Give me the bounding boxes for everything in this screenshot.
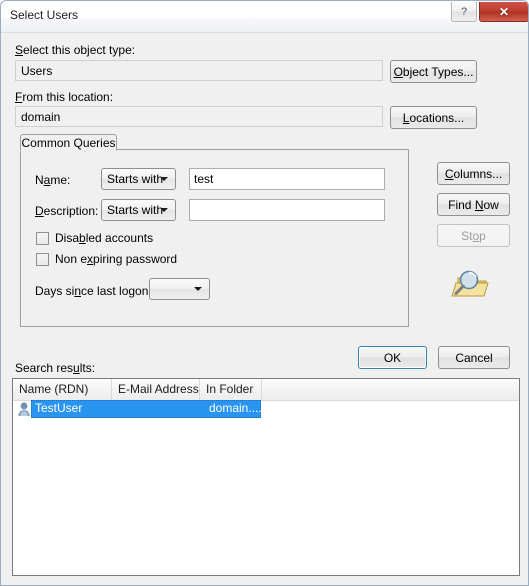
question-mark-icon: ? (460, 5, 468, 18)
chevron-down-icon (160, 177, 168, 181)
cell-name: TestUser (35, 401, 83, 415)
chevron-down-icon (194, 287, 202, 291)
object-types-button[interactable]: Object Types... (390, 60, 477, 83)
close-button[interactable]: ✕ (479, 2, 528, 22)
search-results-label: Search results: (15, 361, 96, 375)
locations-button[interactable]: Locations... (390, 106, 477, 129)
description-input[interactable] (189, 199, 385, 221)
columns-button[interactable]: Columns... (437, 162, 510, 185)
location-field[interactable]: domain (15, 106, 383, 127)
window-title: Select Users (10, 8, 79, 22)
cancel-button[interactable]: Cancel (438, 346, 510, 369)
non-expiring-password-label: Non expiring password (55, 252, 178, 266)
column-header-in-folder[interactable]: In Folder (200, 379, 262, 400)
object-type-label: Select this object type: (15, 43, 136, 57)
column-header-name[interactable]: Name (RDN) (13, 379, 112, 400)
ok-button[interactable]: OK (358, 346, 427, 369)
tab-common-queries-label: Common Queries (21, 135, 116, 150)
name-label: Name: (35, 173, 71, 187)
select-users-dialog: Select Users ? ✕ Select this object type… (0, 0, 529, 586)
cancel-button-label: Cancel (455, 350, 493, 365)
magnifier-folder-icon (451, 270, 489, 297)
locations-button-label: Locations... (402, 110, 465, 125)
list-header: Name (RDN) E-Mail Address In Folder (13, 379, 519, 401)
disabled-accounts-label: Disabled accounts (55, 231, 154, 245)
find-now-button[interactable]: Find Now (437, 193, 510, 216)
checkbox-icon (36, 231, 49, 245)
days-since-logon-combo[interactable] (149, 278, 210, 300)
title-bar: Select Users ? ✕ (1, 1, 528, 33)
description-condition-value: Starts with (107, 203, 164, 217)
ok-button-label: OK (383, 350, 402, 365)
help-button[interactable]: ? (451, 2, 477, 22)
table-row[interactable]: TestUser domain.... (13, 400, 519, 418)
name-input[interactable]: test (189, 168, 385, 190)
stop-button-label: Stop (461, 228, 486, 243)
close-icon: ✕ (498, 4, 510, 19)
search-results-list[interactable]: Name (RDN) E-Mail Address In Folder Test… (12, 378, 520, 576)
object-types-button-label: Object Types... (393, 64, 474, 79)
checkbox-icon (36, 252, 49, 266)
cell-in-folder: domain.... (209, 401, 262, 415)
stop-button: Stop (437, 224, 510, 247)
name-condition-value: Starts with (107, 172, 164, 186)
non-expiring-password-checkbox[interactable]: Non expiring password (36, 252, 177, 266)
object-type-field[interactable]: Users (15, 60, 383, 81)
description-condition-combo[interactable]: Starts with (101, 199, 176, 221)
location-label: From this location: (15, 90, 114, 104)
chevron-down-icon (160, 208, 168, 212)
find-now-button-label: Find Now (448, 197, 499, 212)
column-header-filler (262, 379, 519, 400)
column-header-email[interactable]: E-Mail Address (112, 379, 200, 400)
columns-button-label: Columns... (444, 166, 503, 181)
description-label: Description: (35, 204, 99, 218)
user-icon (18, 402, 30, 416)
disabled-accounts-checkbox[interactable]: Disabled accounts (36, 231, 153, 245)
days-since-logon-label: Days since last logon: (35, 284, 152, 298)
name-condition-combo[interactable]: Starts with (101, 168, 176, 190)
tab-common-queries[interactable]: Common Queries (20, 134, 117, 151)
